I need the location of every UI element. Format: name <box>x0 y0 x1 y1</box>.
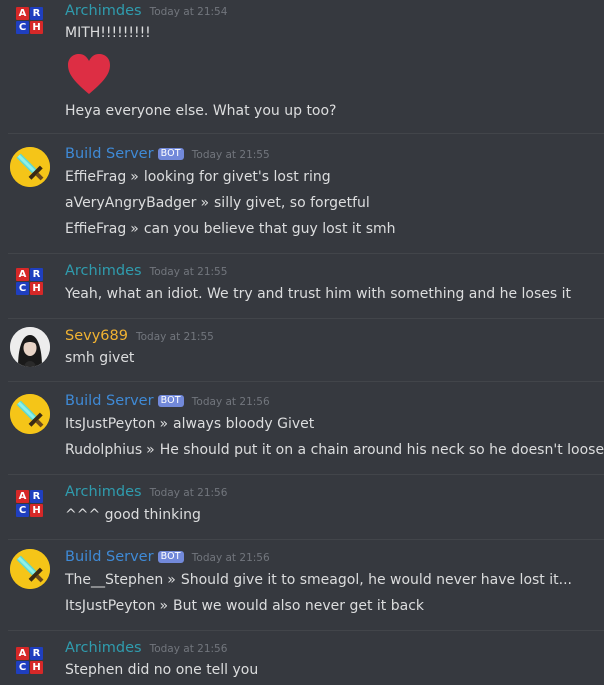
avatar-letter: A <box>16 490 29 503</box>
minecraft-sword-avatar-icon <box>10 394 50 434</box>
username[interactable]: Archimdes <box>65 484 142 500</box>
timestamp: Today at 21:56 <box>191 552 270 564</box>
relay-separator: » <box>200 195 210 211</box>
timestamp: Today at 21:56 <box>149 643 228 655</box>
relayed-message: The__Stephen» Should give it to smeagol, … <box>65 572 572 588</box>
message-text: Stephen did no one tell you <box>65 662 259 678</box>
relayed-message: aVeryAngryBadger» silly givet, so forgetf… <box>65 195 370 211</box>
message-divider <box>8 539 604 540</box>
username[interactable]: Archimdes <box>65 640 142 656</box>
relayed-author: ItsJustPeyton <box>65 416 156 432</box>
message-divider <box>8 133 604 134</box>
build-server-avatar[interactable] <box>10 394 50 434</box>
avatar-letter: R <box>30 490 43 503</box>
archimdes-avatar[interactable]: A R C H <box>16 7 43 34</box>
relayed-message: EffieFrag» can you believe that guy lost … <box>65 221 396 237</box>
avatar-letter: A <box>16 647 29 660</box>
heart-emoji-icon[interactable] <box>66 52 112 96</box>
message-header: Archimdes Today at 21:55 <box>65 263 227 279</box>
username[interactable]: Build Server <box>65 549 154 565</box>
relayed-message: EffieFrag» looking for givet's lost ring <box>65 169 331 185</box>
relayed-text: looking for givet's lost ring <box>143 169 331 185</box>
avatar-letter: R <box>30 268 43 281</box>
relayed-author: Rudolphius <box>65 442 143 458</box>
relay-separator: » <box>146 442 155 458</box>
minecraft-sword-avatar-icon <box>10 147 50 187</box>
relayed-message: ItsJustPeyton» But we would also never ge… <box>65 598 424 614</box>
timestamp: Today at 21:55 <box>191 149 270 161</box>
avatar-letter: R <box>30 647 43 660</box>
build-server-avatar[interactable] <box>10 549 50 589</box>
message-text: Yeah, what an idiot. We try and trust hi… <box>65 286 572 302</box>
message-header: Build Server BOT Today at 21:56 <box>65 393 270 409</box>
message-divider <box>8 474 604 475</box>
avatar-letter: H <box>30 504 43 517</box>
relay-separator: » <box>130 221 139 237</box>
minecraft-sword-avatar-icon <box>10 549 50 589</box>
avatar-letter: C <box>16 504 29 517</box>
username[interactable]: Sevy689 <box>65 328 128 344</box>
bot-tag-badge: BOT <box>157 395 184 407</box>
relayed-text: Should give it to smeagol, he would neve… <box>180 572 572 588</box>
relayed-author: aVeryAngryBadger <box>65 195 197 211</box>
relay-separator: » <box>130 169 139 185</box>
avatar-letter: R <box>30 7 43 20</box>
sevy689-avatar[interactable] <box>10 327 50 367</box>
avatar-letter: C <box>16 282 29 295</box>
bot-tag-badge: BOT <box>157 148 184 160</box>
avatar-letter: C <box>16 661 29 674</box>
timestamp: Today at 21:56 <box>191 396 270 408</box>
relayed-text: silly givet, so forgetful <box>214 195 370 211</box>
relayed-author: ItsJustPeyton <box>65 598 156 614</box>
relayed-author: EffieFrag <box>65 221 127 237</box>
username[interactable]: Build Server <box>65 393 154 409</box>
relayed-author: EffieFrag <box>65 169 127 185</box>
message-header: Archimdes Today at 21:56 <box>65 640 227 656</box>
message-header: Build Server BOT Today at 21:56 <box>65 549 270 565</box>
timestamp: Today at 21:54 <box>149 6 228 18</box>
build-server-avatar[interactable] <box>10 147 50 187</box>
archimdes-avatar[interactable]: A R C H <box>16 268 43 295</box>
message-header: Archimdes Today at 21:56 <box>65 484 227 500</box>
message-divider <box>8 318 604 319</box>
relayed-text: He should put it on a chain around his n… <box>159 442 604 458</box>
relay-separator: » <box>167 572 176 588</box>
avatar-letter: H <box>30 282 43 295</box>
avatar-letter: H <box>30 21 43 34</box>
message-divider <box>8 253 604 254</box>
message-text: smh givet <box>65 350 135 366</box>
username[interactable]: Build Server <box>65 146 154 162</box>
timestamp: Today at 21:55 <box>135 331 214 343</box>
message-header: Archimdes Today at 21:54 <box>65 3 227 19</box>
relay-separator: » <box>159 598 169 614</box>
archimdes-avatar[interactable]: A R C H <box>16 647 43 674</box>
bot-tag-badge: BOT <box>157 551 184 563</box>
relayed-text: But we would also never get it back <box>173 598 425 614</box>
avatar-letter: A <box>16 268 29 281</box>
relayed-author: The__Stephen <box>65 572 164 588</box>
username[interactable]: Archimdes <box>65 3 142 19</box>
relayed-text: can you believe that guy lost it smh <box>143 221 396 237</box>
message-text: ^^^ good thinking <box>65 507 201 523</box>
message-divider <box>8 381 604 382</box>
username[interactable]: Archimdes <box>65 263 142 279</box>
relayed-text: always bloody Givet <box>173 416 315 432</box>
avatar-letter: A <box>16 7 29 20</box>
timestamp: Today at 21:56 <box>149 487 228 499</box>
message-divider <box>8 630 604 631</box>
relay-separator: » <box>159 416 169 432</box>
message-text: MITH!!!!!!!!! <box>65 25 151 41</box>
message-header: Sevy689 Today at 21:55 <box>65 328 214 344</box>
profile-photo-avatar <box>10 327 50 367</box>
chat-message-list: A R C H Archimdes Today at 21:54 MITH!!!… <box>0 0 604 685</box>
avatar-letter: C <box>16 21 29 34</box>
archimdes-avatar[interactable]: A R C H <box>16 490 43 517</box>
message-header: Build Server BOT Today at 21:55 <box>65 146 270 162</box>
relayed-message: ItsJustPeyton» always bloody Givet <box>65 416 314 432</box>
avatar-letter: H <box>30 661 43 674</box>
timestamp: Today at 21:55 <box>149 266 228 278</box>
message-text: Heya everyone else. What you up too? <box>65 103 337 119</box>
relayed-message: Rudolphius» He should put it on a chain a… <box>65 442 604 458</box>
